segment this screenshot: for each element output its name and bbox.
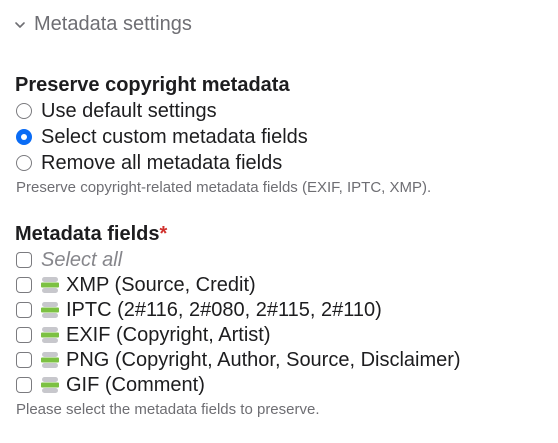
field-label: PNG (Copyright, Author, Source, Disclaim… bbox=[66, 348, 461, 371]
radio-button[interactable] bbox=[16, 103, 32, 119]
preserve-copyright-title: Preserve copyright metadata bbox=[15, 74, 290, 96]
field-row-gif[interactable]: GIF (Comment) bbox=[16, 372, 205, 398]
status-stack-icon bbox=[41, 377, 59, 393]
field-row-xmp[interactable]: XMP (Source, Credit) bbox=[16, 272, 256, 298]
field-row-iptc[interactable]: IPTC (2#116, 2#080, 2#115, 2#110) bbox=[16, 297, 382, 323]
field-checkbox[interactable] bbox=[16, 302, 32, 318]
status-stack-icon bbox=[41, 302, 59, 318]
fields-help-text: Please select the metadata fields to pre… bbox=[16, 401, 320, 418]
radio-option-remove[interactable]: Remove all metadata fields bbox=[16, 150, 282, 176]
radio-button[interactable] bbox=[16, 129, 32, 145]
section-title: Metadata settings bbox=[34, 13, 192, 35]
field-checkbox[interactable] bbox=[16, 327, 32, 343]
field-checkbox[interactable] bbox=[16, 277, 32, 293]
metadata-fields-label: Metadata fields bbox=[15, 223, 160, 245]
status-stack-icon bbox=[41, 327, 59, 343]
field-label: GIF (Comment) bbox=[66, 373, 205, 396]
radio-label: Select custom metadata fields bbox=[41, 125, 308, 148]
radio-button[interactable] bbox=[16, 155, 32, 171]
metadata-settings-toggle[interactable]: Metadata settings bbox=[14, 13, 192, 36]
radio-label: Use default settings bbox=[41, 99, 217, 122]
status-stack-icon bbox=[41, 352, 59, 368]
preserve-help-text: Preserve copyright-related metadata fiel… bbox=[16, 179, 432, 196]
field-row-exif[interactable]: EXIF (Copyright, Artist) bbox=[16, 322, 271, 348]
select-all-checkbox[interactable] bbox=[16, 252, 32, 268]
radio-label: Remove all metadata fields bbox=[41, 151, 283, 174]
field-row-png[interactable]: PNG (Copyright, Author, Source, Disclaim… bbox=[16, 347, 461, 373]
metadata-fields-title: Metadata fields* bbox=[15, 223, 167, 246]
chevron-down-icon bbox=[15, 21, 25, 28]
field-label: XMP (Source, Credit) bbox=[66, 273, 256, 296]
radio-option-default[interactable]: Use default settings bbox=[16, 98, 217, 124]
field-checkbox[interactable] bbox=[16, 352, 32, 368]
select-all-checkbox-row[interactable]: Select all bbox=[16, 247, 122, 273]
select-all-label: Select all bbox=[41, 248, 123, 271]
required-asterisk: * bbox=[159, 223, 168, 245]
field-label: IPTC (2#116, 2#080, 2#115, 2#110) bbox=[66, 298, 382, 321]
status-stack-icon bbox=[41, 277, 59, 293]
field-label: EXIF (Copyright, Artist) bbox=[66, 323, 271, 346]
radio-option-custom[interactable]: Select custom metadata fields bbox=[16, 124, 308, 150]
field-checkbox[interactable] bbox=[16, 377, 32, 393]
